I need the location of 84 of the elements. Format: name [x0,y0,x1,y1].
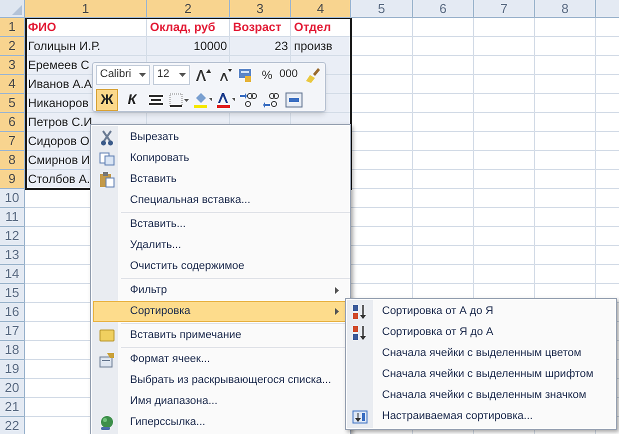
italic-button[interactable]: К [121,88,143,110]
percent-button[interactable]: % [260,66,274,84]
menu-item[interactable]: Фильтр [93,280,348,301]
font-size-field[interactable]: 12 [153,64,190,84]
row-header[interactable]: 9 [0,170,25,189]
row-header[interactable]: 7 [0,132,25,151]
menu-item[interactable]: Формат ячеек... [93,349,348,370]
column-header[interactable]: 4 [291,0,351,18]
menu-item[interactable]: Имя диапазона... [93,391,348,412]
column-header[interactable]: 2 [147,0,230,18]
row-header[interactable]: 11 [0,208,25,227]
table-cell-text: Петров С.И [28,114,92,131]
bold-button[interactable]: Ж [96,88,118,110]
menu-item[interactable]: Выбрать из раскрывающегося списка... [93,370,348,391]
custom-sort-icon [352,410,368,424]
table-cell-text: Сидоров О [28,133,90,150]
row-header[interactable]: 3 [0,56,25,75]
menu-item[interactable]: Гиперссылка... [93,412,348,433]
column-header[interactable]: 7 [474,0,535,18]
sort-ascending-icon [352,304,368,320]
row-header[interactable]: 13 [0,246,25,265]
submenu-item[interactable]: Сортировка от А до Я [348,301,614,322]
scissors-icon [100,130,114,146]
column-header[interactable]: 3 [230,0,291,18]
menu-item[interactable]: Вставить... [93,214,348,235]
row-header[interactable]: 15 [0,284,25,303]
submenu-item[interactable]: Сначала ячейки с выделенным значком [348,385,614,406]
format-cells-icon [99,352,115,368]
row-header[interactable]: 19 [0,360,25,379]
row-header[interactable]: 18 [0,341,25,360]
table-cell-text: Отдел [294,19,331,36]
row-header[interactable]: 16 [0,303,25,322]
row-header[interactable]: 12 [0,227,25,246]
paste-icon [99,172,115,188]
table-cell-text: 23 [274,38,288,55]
note-icon [99,329,115,342]
table-cell-text: Возраст [233,19,282,36]
row-header[interactable]: 14 [0,265,25,284]
menu-item[interactable]: Удалить... [93,235,348,256]
row-header[interactable]: 4 [0,75,25,94]
row-header[interactable]: 10 [0,189,25,208]
merge-cells-icon[interactable] [284,90,304,110]
row-header[interactable]: 21 [0,398,25,417]
submenu-item[interactable]: Сначала ячейки с выделенным шрифтом [348,364,614,385]
dropdown-arrow-icon[interactable] [179,72,186,76]
table-cell-text: Еремеев С [28,57,90,74]
font-name-field[interactable]: Calibri [96,64,150,84]
table-cell-text: произв [294,38,332,55]
globe-link-icon [99,414,115,430]
table-cell-text: Столбов А. [28,171,90,188]
column-header[interactable]: 6 [413,0,474,18]
menu-item[interactable]: Очистить содержимое [93,256,348,277]
table-cell-text: Смирнов И [28,152,90,169]
menu-item[interactable]: Вырезать [93,127,348,148]
column-header[interactable]: 1 [25,0,147,18]
menu-item[interactable]: Вставить [93,169,348,190]
table-cell-text: Никаноров [28,95,89,112]
row-header[interactable]: 5 [0,94,25,113]
corner-triangle-icon [12,5,22,15]
row-header[interactable]: 2 [0,37,25,56]
dropdown-arrow-icon[interactable] [139,72,146,76]
submenu-item[interactable]: Настраиваемая сортировка... [348,406,614,427]
column-header[interactable]: 8 [535,0,596,18]
menu-item[interactable]: Сортировка [93,301,348,322]
thousands-button[interactable]: 000 [277,66,300,83]
row-header[interactable]: 8 [0,151,25,170]
table-cell-text: 10000 [194,38,227,55]
row-header[interactable]: 6 [0,113,25,132]
submenu-item[interactable]: Сначала ячейки с выделенным цветом [348,343,614,364]
row-header[interactable]: 22 [0,417,25,434]
submenu-item[interactable]: Сортировка от Я до А [348,322,614,343]
menu-item[interactable]: Вставить примечание [93,325,348,346]
menu-item[interactable]: Копировать [93,148,348,169]
sort-descending-icon [352,324,368,340]
menu-item[interactable]: Специальная вставка... [93,190,348,211]
row-header[interactable]: 17 [0,322,25,341]
row-header[interactable]: 1 [0,18,25,37]
table-cell-text: Оклад, руб [150,19,216,36]
copy-icon [99,152,115,166]
table-cell-text: ФИО [28,19,56,36]
column-header[interactable]: 5 [351,0,413,18]
table-cell-text: Иванов А.А [28,76,92,93]
table-cell-text: Голицын И.Р. [28,38,100,55]
row-header[interactable]: 20 [0,379,25,398]
